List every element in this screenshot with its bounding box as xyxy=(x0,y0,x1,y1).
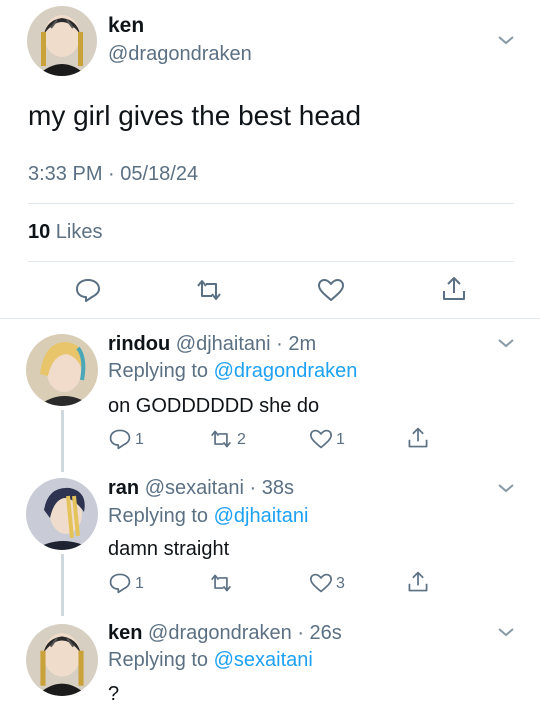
thread-line xyxy=(61,554,64,616)
retweet-icon[interactable] xyxy=(208,428,234,450)
like-icon[interactable] xyxy=(308,428,334,450)
avatar-ken[interactable] xyxy=(26,624,98,696)
divider xyxy=(0,318,540,319)
likes-count: 10 xyxy=(28,221,51,243)
like-count: 1 xyxy=(336,431,345,448)
retweet-icon[interactable] xyxy=(194,277,224,303)
reply-count: 1 xyxy=(135,575,144,592)
replying-to: Replying to @djhaitani xyxy=(108,505,308,528)
like-icon[interactable] xyxy=(316,277,346,303)
replying-to-label: Replying to xyxy=(108,649,214,671)
replying-to-label: Replying to xyxy=(108,360,214,382)
thread-line xyxy=(61,410,64,472)
replying-to-link[interactable]: @djhaitani xyxy=(214,505,309,527)
reply-icon[interactable] xyxy=(108,571,132,595)
author-name[interactable]: ken xyxy=(108,14,144,38)
avatar-ken[interactable] xyxy=(27,6,97,76)
replying-to-link[interactable]: @sexaitani xyxy=(214,649,313,671)
tweet-text: my girl gives the best head xyxy=(28,100,362,131)
share-icon[interactable] xyxy=(440,275,468,303)
author-handle[interactable]: @dragondraken xyxy=(108,43,252,66)
reply-text: ? xyxy=(108,683,120,705)
reply-meta: @djhaitani · 2m xyxy=(175,333,317,355)
retweet-count: 2 xyxy=(237,431,246,448)
reply-meta: @dragondraken · 26s xyxy=(148,622,342,644)
reply-author-name: rindou xyxy=(108,333,171,355)
divider xyxy=(28,261,514,262)
like-count: 3 xyxy=(336,575,345,592)
like-icon[interactable] xyxy=(308,572,334,594)
replying-to: Replying to @sexaitani xyxy=(108,649,313,672)
share-icon[interactable] xyxy=(406,570,430,594)
replying-to-link[interactable]: @dragondraken xyxy=(214,360,358,382)
likes-label: Likes xyxy=(50,221,103,243)
reply-count: 1 xyxy=(135,431,144,448)
replying-to-label: Replying to xyxy=(108,505,214,527)
reply-meta: @sexaitani · 38s xyxy=(144,477,294,499)
share-icon[interactable] xyxy=(406,426,430,450)
reply-header[interactable]: ken @dragondraken · 26s xyxy=(108,622,342,645)
more-chevron-icon[interactable] xyxy=(497,34,515,46)
avatar-ran[interactable] xyxy=(26,478,98,550)
reply-header[interactable]: ran @sexaitani · 38s xyxy=(108,477,294,500)
reply-icon[interactable] xyxy=(108,427,132,451)
reply-icon[interactable] xyxy=(74,276,102,304)
divider xyxy=(28,203,514,204)
reply-author-name: ran xyxy=(108,477,140,499)
reply-text: damn straight xyxy=(108,538,230,560)
more-chevron-icon[interactable] xyxy=(497,482,515,494)
reply-text: on GODDDDDD she do xyxy=(108,395,320,417)
more-chevron-icon[interactable] xyxy=(497,337,515,349)
likes-stat[interactable]: 10 Likes xyxy=(28,221,103,244)
tweet-timestamp: 3:33 PM · 05/18/24 xyxy=(28,163,199,185)
more-chevron-icon[interactable] xyxy=(497,626,515,638)
avatar-rindou[interactable] xyxy=(26,334,98,406)
retweet-icon[interactable] xyxy=(208,572,234,594)
replying-to: Replying to @dragondraken xyxy=(108,360,357,383)
reply-header[interactable]: rindou @djhaitani · 2m xyxy=(108,333,316,356)
reply-author-name: ken xyxy=(108,622,143,644)
